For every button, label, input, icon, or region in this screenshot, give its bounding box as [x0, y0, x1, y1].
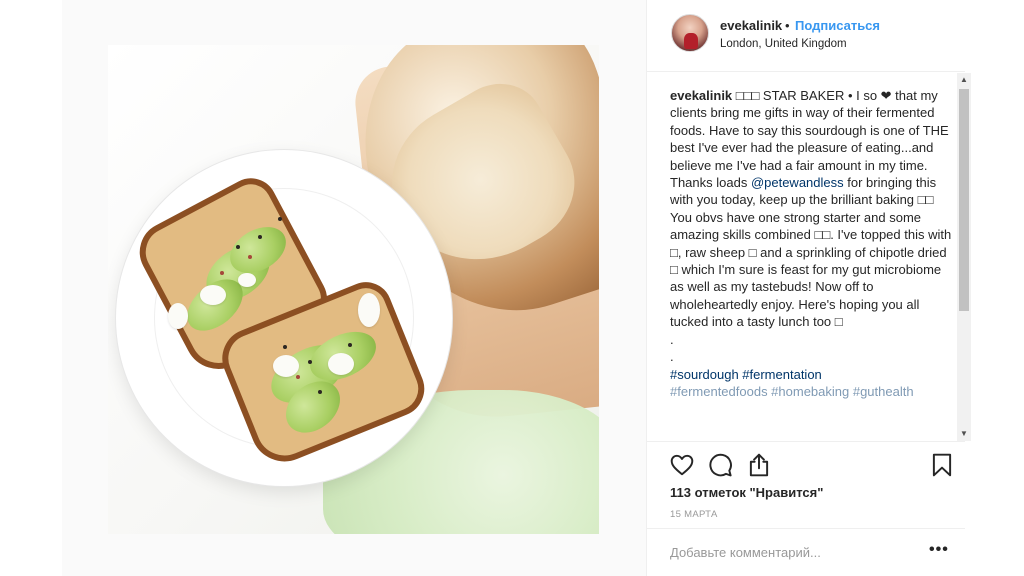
post-photo[interactable]: [108, 45, 599, 534]
share-icon: [749, 453, 769, 477]
caption-body-2: for bringing this with you today, keep u…: [670, 175, 955, 330]
save-button[interactable]: [929, 452, 955, 478]
share-button[interactable]: [746, 452, 772, 478]
post-header: evekalinik • Подписаться London, United …: [647, 0, 965, 72]
more-options-button[interactable]: •••: [929, 541, 949, 559]
comment-input[interactable]: [670, 545, 900, 560]
bookmark-icon: [932, 453, 952, 477]
username-link[interactable]: evekalinik: [720, 18, 782, 33]
separator-dot: •: [785, 18, 790, 33]
caption-area: evekalinik □□□ STAR BAKER • I so ❤ that …: [647, 73, 965, 441]
speech-bubble-icon: [709, 453, 732, 477]
follow-button[interactable]: Подписаться: [795, 18, 880, 33]
post-panel: evekalinik • Подписаться London, United …: [646, 0, 971, 576]
scroll-down-arrow-icon[interactable]: ▼: [957, 427, 971, 441]
comment-box: •••: [647, 528, 965, 576]
likes-count[interactable]: 113 отметок "Нравится": [670, 485, 823, 500]
caption-dot: .: [670, 331, 674, 347]
hashtag-links[interactable]: #sourdough #fermentation: [670, 367, 822, 382]
location-link[interactable]: London, United Kingdom: [720, 38, 847, 50]
action-bar: [647, 441, 965, 481]
caption-scrollbar[interactable]: ▲ ▼: [957, 73, 971, 441]
scroll-thumb[interactable]: [959, 89, 969, 311]
avatar[interactable]: [671, 14, 709, 52]
heart-icon: [670, 454, 694, 476]
caption-dot: .: [670, 349, 674, 365]
comment-button[interactable]: [707, 452, 733, 478]
caption-text: evekalinik □□□ STAR BAKER • I so ❤ that …: [670, 87, 958, 400]
like-button[interactable]: [669, 452, 695, 478]
mention-link[interactable]: @petewandless: [751, 175, 844, 190]
scroll-up-arrow-icon[interactable]: ▲: [957, 73, 971, 87]
hashtag-links-cut[interactable]: #fermentedfoods #homebaking #guthealth: [670, 383, 958, 400]
post-date[interactable]: 15 марта: [670, 509, 718, 520]
photo-area: [62, 0, 646, 576]
caption-username[interactable]: evekalinik: [670, 88, 732, 103]
